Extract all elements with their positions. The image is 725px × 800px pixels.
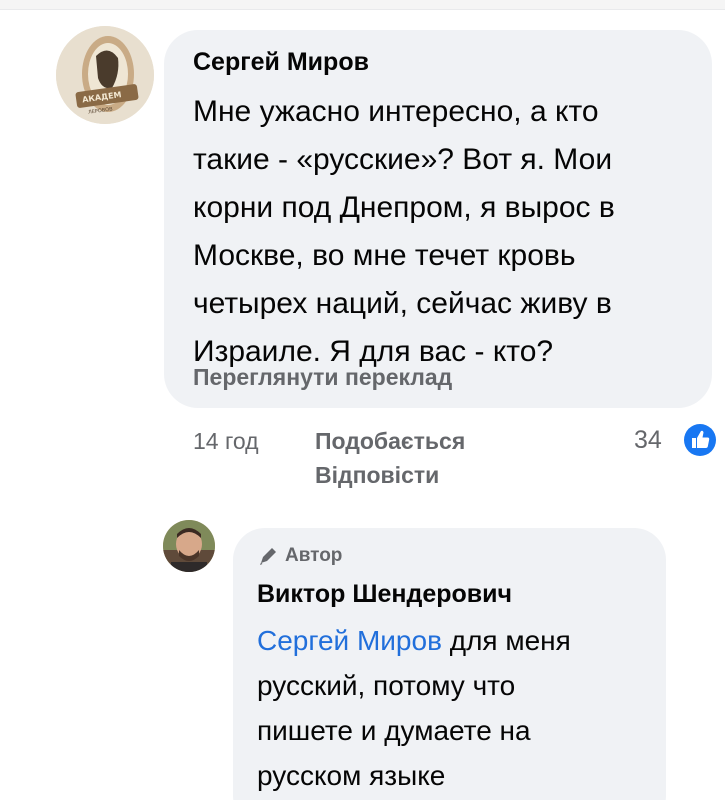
see-translation-link[interactable]: Переглянути переклад [193,364,452,391]
reaction-count[interactable]: 34 [634,426,662,455]
author-badge: Автор [285,545,343,566]
comment-thread: АКАДЕМ ЛЕРОВОВ Сергей Миров Мне ужасно и… [0,0,725,800]
comment-text: Мне ужасно интересно, а кто такие - «рус… [193,88,693,376]
reply-text-line: русский, потому что [257,670,516,701]
comment-author-name[interactable]: Сергей Миров [193,48,369,77]
reply-avatar[interactable] [163,520,215,572]
reply-author-name[interactable]: Виктор Шендерович [257,580,512,609]
comment-text-line: корни под Днепром, я вырос в [193,191,615,224]
reply-text-line: Сергей Миров для меня [257,618,657,663]
comment-timestamp[interactable]: 14 год [193,428,259,455]
reply-button[interactable]: Відповісти [315,462,439,489]
author-badge-row: Автор [257,542,342,570]
avatar-image: АКАДЕМ ЛЕРОВОВ [56,26,154,124]
like-button[interactable]: Подобається [315,428,465,455]
comment-text-line: четырех наций, сейчас живу в [193,287,612,320]
reply-avatar-image [163,520,215,572]
reply-text-line: русском языке [257,760,446,791]
comment-text-line: такие - «русские»? Вот я. Мои [193,143,613,176]
reply-text: Сергей Миров для меня русский, потому чт… [257,618,657,798]
reply-text-fragment: для меня [441,625,571,656]
comment-text-line: Мне ужасно интересно, а кто [193,95,599,128]
pen-icon [260,548,276,565]
avatar[interactable]: АКАДЕМ ЛЕРОВОВ [56,26,154,124]
reply-text-line: пишете и думаете на [257,715,531,746]
mention-link[interactable]: Сергей Миров [257,625,442,656]
like-reaction-icon[interactable] [681,421,719,459]
comment-text-line: Москве, во мне течет кровь [193,239,576,272]
